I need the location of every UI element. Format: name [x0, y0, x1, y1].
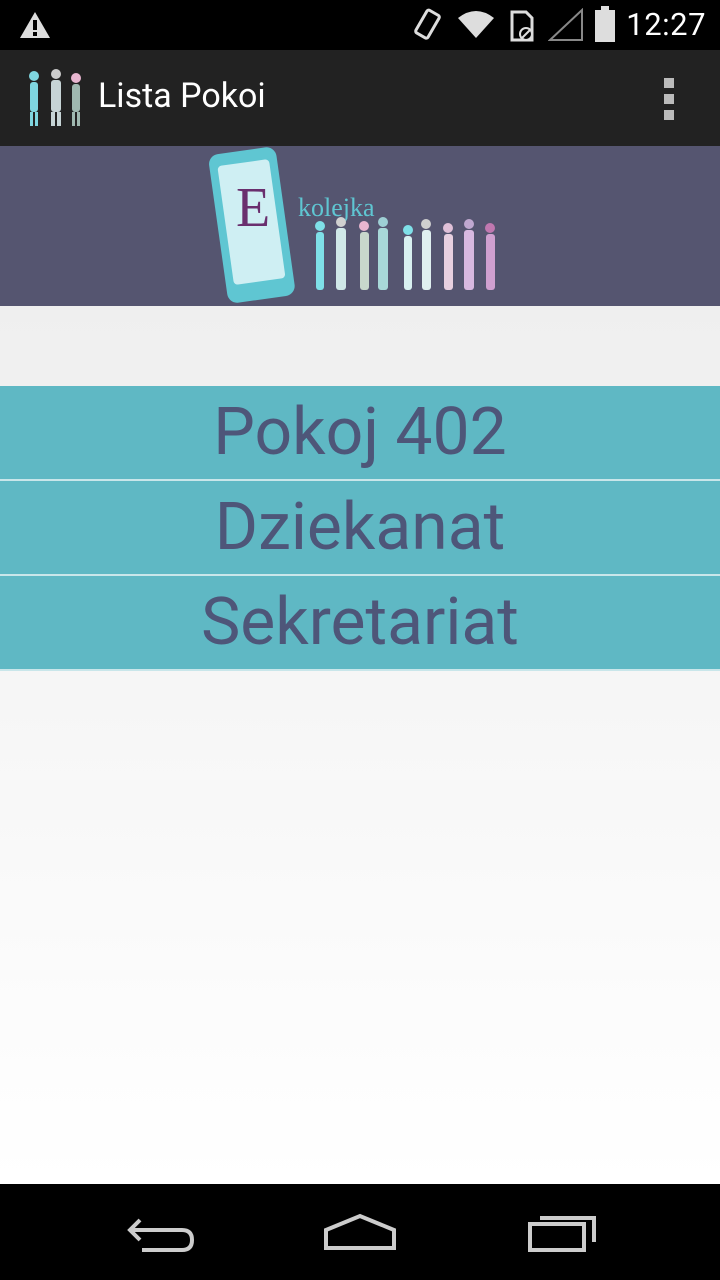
battery-icon [595, 6, 615, 42]
list-item[interactable]: Pokoj 402 [0, 386, 720, 481]
navigation-bar [0, 1184, 720, 1280]
status-time: 12:27 [626, 6, 706, 43]
content-area: Pokoj 402 Dziekanat Sekretariat [0, 306, 720, 1184]
recent-apps-icon[interactable] [522, 1208, 602, 1256]
app-banner: E kolejka [0, 146, 720, 306]
sim-icon [510, 10, 534, 42]
page-title: Lista Pokoi [98, 76, 266, 116]
status-bar: 12:27 [0, 0, 720, 50]
room-list: Pokoj 402 Dziekanat Sekretariat [0, 386, 720, 671]
svg-text:kolejka: kolejka [298, 193, 375, 222]
list-item[interactable]: Sekretariat [0, 576, 720, 671]
vibrate-icon [414, 8, 441, 40]
wifi-icon [458, 11, 494, 38]
ekolejka-logo: E kolejka [209, 147, 495, 303]
svg-text:E: E [236, 177, 270, 239]
overflow-menu-icon[interactable] [662, 78, 676, 122]
warning-icon [20, 12, 50, 38]
signal-icon [548, 8, 583, 41]
home-icon[interactable] [320, 1208, 400, 1256]
list-item[interactable]: Dziekanat [0, 481, 720, 576]
people-queue-icon[interactable] [24, 66, 88, 130]
back-icon[interactable] [122, 1208, 202, 1256]
action-bar: Lista Pokoi [0, 50, 720, 146]
